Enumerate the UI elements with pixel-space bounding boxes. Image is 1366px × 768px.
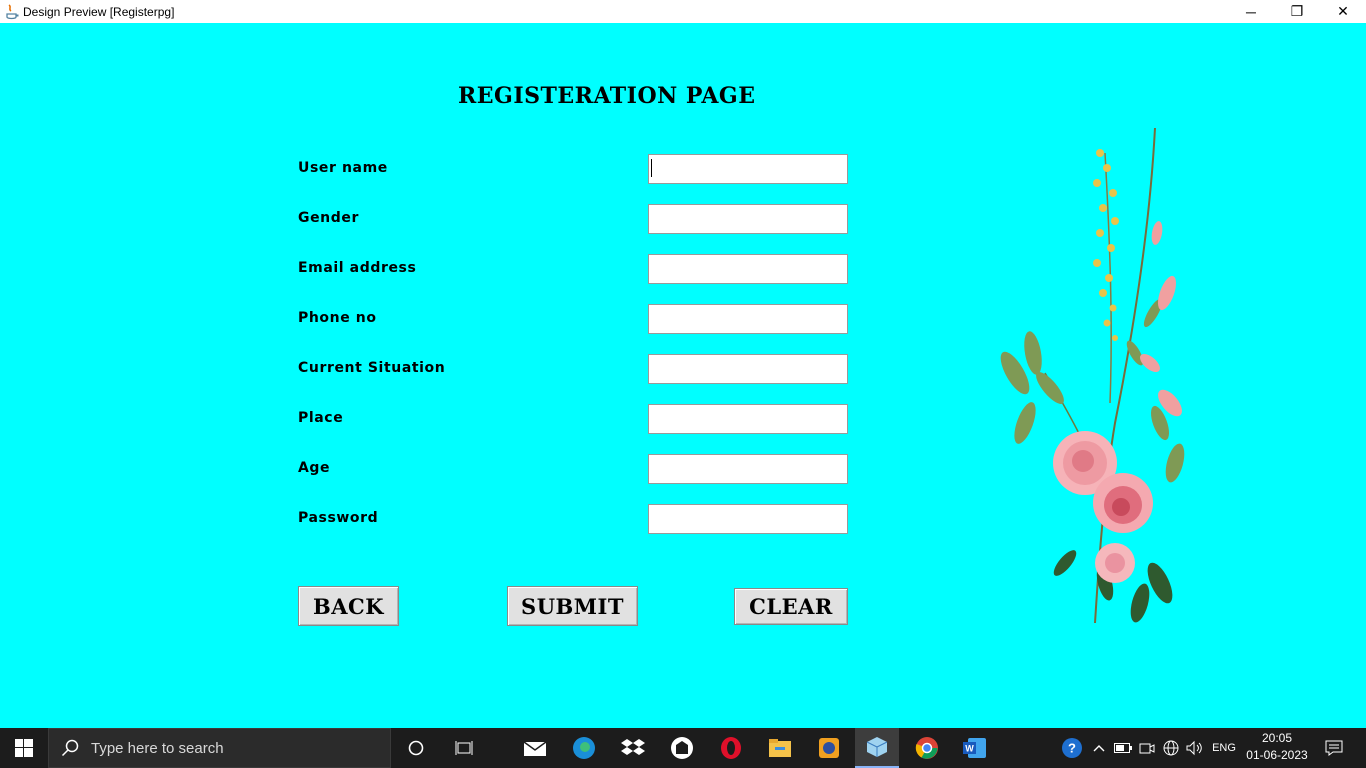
java-app-icon bbox=[4, 3, 20, 20]
windows-taskbar: Type here to search W ? ENG 20:05 01-06-… bbox=[0, 728, 1366, 768]
chevron-up-icon[interactable] bbox=[1090, 728, 1108, 768]
taskbar-clock[interactable]: 20:05 01-06-2023 bbox=[1244, 730, 1310, 764]
windows-logo-icon bbox=[15, 739, 33, 757]
language-label: ENG bbox=[1212, 742, 1236, 754]
page-title: REGISTERATION PAGE bbox=[458, 83, 756, 109]
search-placeholder: Type here to search bbox=[91, 739, 224, 757]
notifications-icon[interactable] bbox=[1318, 728, 1350, 768]
place-label: Place bbox=[298, 410, 344, 426]
username-label: User name bbox=[298, 160, 388, 176]
floral-decoration-image bbox=[1000, 127, 1185, 624]
place-input[interactable] bbox=[648, 404, 848, 434]
app-icon[interactable] bbox=[665, 728, 699, 768]
clear-button[interactable]: CLEAR bbox=[734, 588, 848, 625]
age-label: Age bbox=[298, 460, 331, 476]
gender-label: Gender bbox=[298, 210, 359, 226]
meet-now-icon[interactable] bbox=[1136, 728, 1158, 768]
registration-form-area: REGISTERATION PAGE User name Gender Emai… bbox=[0, 23, 1366, 728]
close-button[interactable]: ✕ bbox=[1320, 0, 1366, 23]
svg-text:?: ? bbox=[1068, 741, 1076, 756]
media-icon[interactable] bbox=[812, 728, 846, 768]
email-label: Email address bbox=[298, 260, 417, 276]
window-titlebar: Design Preview [Registerpg] ─ ❐ ✕ bbox=[0, 0, 1366, 23]
dropbox-icon[interactable] bbox=[616, 728, 650, 768]
current-situation-input[interactable] bbox=[648, 354, 848, 384]
text-caret bbox=[651, 159, 652, 177]
java-app-icon[interactable] bbox=[855, 728, 899, 768]
help-icon[interactable]: ? bbox=[1058, 728, 1086, 768]
restore-button[interactable]: ❐ bbox=[1274, 0, 1320, 23]
email-input[interactable] bbox=[648, 254, 848, 284]
age-input[interactable] bbox=[648, 454, 848, 484]
network-globe-icon[interactable] bbox=[1160, 728, 1182, 768]
volume-icon[interactable] bbox=[1184, 728, 1206, 768]
gender-input[interactable] bbox=[648, 204, 848, 234]
svg-text:W: W bbox=[965, 744, 974, 754]
clock-date: 01-06-2023 bbox=[1246, 748, 1308, 762]
phone-label: Phone no bbox=[298, 310, 377, 326]
phone-input[interactable] bbox=[648, 304, 848, 334]
password-input[interactable] bbox=[648, 504, 848, 534]
battery-icon[interactable] bbox=[1112, 728, 1134, 768]
cortana-icon[interactable] bbox=[400, 728, 432, 768]
taskbar-search-box[interactable]: Type here to search bbox=[48, 728, 391, 768]
start-button[interactable] bbox=[0, 728, 48, 768]
opera-icon[interactable] bbox=[714, 728, 748, 768]
edge-icon[interactable] bbox=[567, 728, 601, 768]
mail-icon[interactable] bbox=[518, 728, 552, 768]
window-title: Design Preview [Registerpg] bbox=[23, 4, 175, 19]
minimize-button[interactable]: ─ bbox=[1228, 0, 1274, 23]
chrome-icon[interactable] bbox=[910, 728, 944, 768]
back-button[interactable]: BACK bbox=[298, 586, 399, 626]
file-explorer-icon[interactable] bbox=[763, 728, 797, 768]
current-situation-label: Current Situation bbox=[298, 360, 446, 376]
search-icon bbox=[61, 739, 79, 757]
username-input[interactable] bbox=[648, 154, 848, 184]
password-label: Password bbox=[298, 510, 379, 526]
submit-button[interactable]: SUBMIT bbox=[507, 586, 638, 626]
task-view-icon[interactable] bbox=[448, 728, 480, 768]
language-indicator[interactable]: ENG bbox=[1208, 728, 1240, 768]
word-icon[interactable]: W bbox=[958, 728, 992, 768]
clock-time: 20:05 bbox=[1261, 731, 1293, 745]
